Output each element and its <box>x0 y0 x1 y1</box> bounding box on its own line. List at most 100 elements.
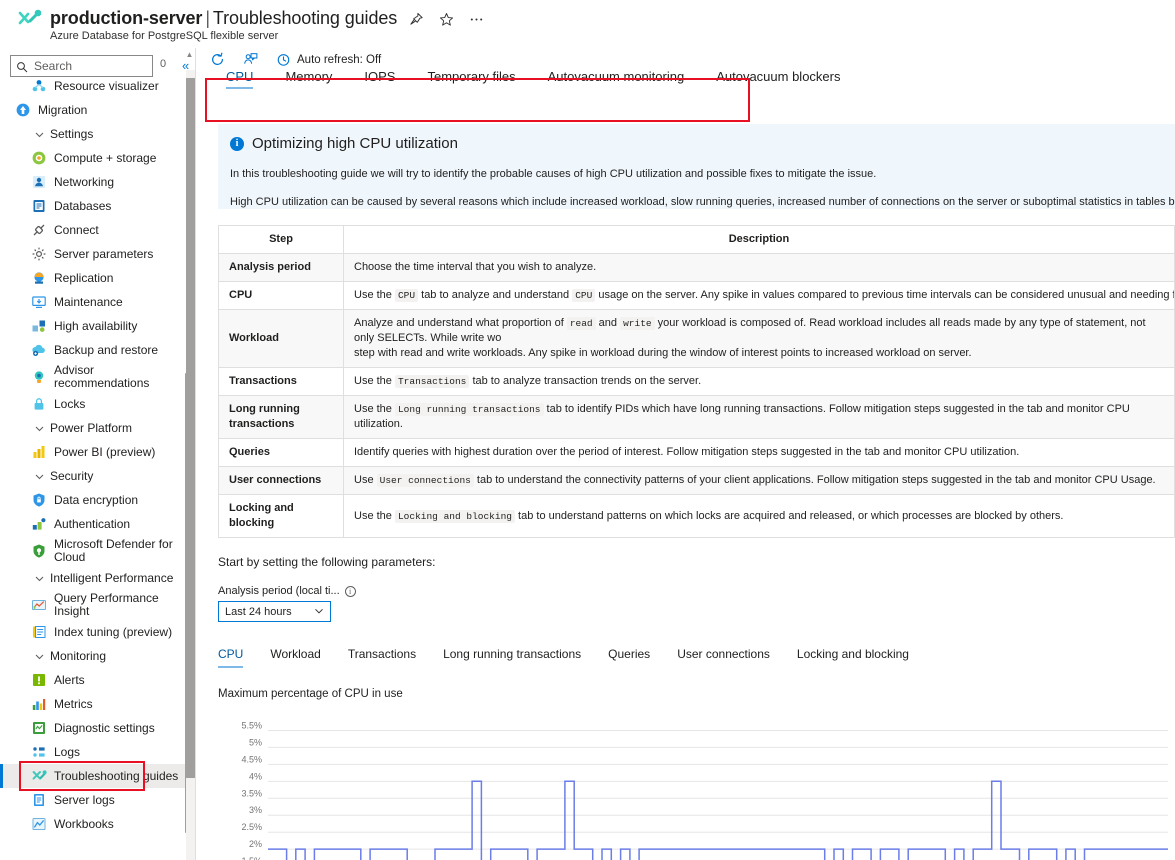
power-bi-icon <box>31 444 47 460</box>
connect-icon <box>31 222 47 238</box>
table-row: CPUUse the CPU tab to analyze and unders… <box>219 282 1175 310</box>
sidebar-item-monitoring[interactable]: Monitoring <box>0 644 190 668</box>
metric-tab-cpu[interactable]: CPU <box>218 647 257 668</box>
sidebar-item-label: Server logs <box>54 794 115 807</box>
chart-y-tick-label: 5.5% <box>241 720 262 730</box>
sidebar-item-resource-visualizer[interactable]: Resource visualizer <box>0 74 190 98</box>
replication-icon <box>31 270 47 286</box>
sidebar-item-index-tuning-preview[interactable]: Index tuning (preview) <box>0 620 190 644</box>
left-navigation: 0 « Resource visualizerMigrationSettings… <box>0 48 196 860</box>
sidebar-item-label: Troubleshooting guides <box>54 770 178 783</box>
lock-icon <box>31 396 47 412</box>
table-cell-description: Choose the time interval that you wish t… <box>344 254 1175 282</box>
sidebar-item-migration[interactable]: Migration <box>0 98 190 122</box>
sidebar-item-label: Maintenance <box>54 296 123 309</box>
tab-autovacuum-monitoring[interactable]: Autovacuum monitoring <box>532 69 701 92</box>
tab-iops[interactable]: IOPS <box>348 69 411 92</box>
table-row: QueriesIdentify queries with highest dur… <box>219 439 1175 467</box>
sidebar-item-connect[interactable]: Connect <box>0 218 190 242</box>
sidebar-item-power-bi-preview[interactable]: Power BI (preview) <box>0 440 190 464</box>
chart-y-tick-label: 3.5% <box>241 788 262 798</box>
table-row: WorkloadAnalyze and understand what prop… <box>219 310 1175 368</box>
sidebar-item-databases[interactable]: Databases <box>0 194 190 218</box>
sidebar-item-label: Databases <box>54 200 111 213</box>
cpu-chart[interactable]: 5.5%5%4.5%4%3.5%3%2.5%2%1.5%1%0.5% <box>218 714 1168 860</box>
metric-tab-bar: CPU Workload Transactions Long running tran… <box>218 647 1175 668</box>
sidebar-item-power-platform[interactable]: Power Platform <box>0 416 190 440</box>
metric-tab-workload[interactable]: Workload <box>270 647 334 668</box>
sidebar-item-maintenance[interactable]: Maintenance <box>0 290 190 314</box>
info-tooltip-icon[interactable]: i <box>345 586 356 597</box>
tab-autovacuum-blockers[interactable]: Autovacuum blockers <box>700 69 856 92</box>
info-icon: i <box>230 137 244 151</box>
sidebar-item-networking[interactable]: Networking <box>0 170 190 194</box>
table-cell-step: Long running transactions <box>219 396 344 439</box>
sidebar-item-alerts[interactable]: Alerts <box>0 668 190 692</box>
metric-tab-long-running-transactions[interactable]: Long running transactions <box>443 647 595 668</box>
tab-memory[interactable]: Memory <box>269 69 348 92</box>
logs-icon <box>31 744 47 760</box>
sidebar-item-settings[interactable]: Settings <box>0 122 190 146</box>
analysis-period-label: Analysis period (local ti... <box>218 585 340 597</box>
scroll-up-arrow-icon[interactable]: ▲ <box>185 50 194 59</box>
metric-tab-transactions[interactable]: Transactions <box>348 647 430 668</box>
page-name: Troubleshooting guides <box>213 8 397 28</box>
sidebar-item-label: Authentication <box>54 518 130 531</box>
workbooks-icon <box>31 816 47 832</box>
sidebar-item-advisor-recommendations[interactable]: Advisor recommendations <box>0 362 190 392</box>
sidebar-item-microsoft-defender-for-cloud[interactable]: Microsoft Defender for Cloud <box>0 536 190 566</box>
analysis-period-value: Last 24 hours <box>225 606 292 618</box>
sidebar-item-authentication[interactable]: Authentication <box>0 512 190 536</box>
table-row: TransactionsUse the Transactions tab to … <box>219 368 1175 396</box>
sidebar-item-compute-storage[interactable]: Compute + storage <box>0 146 190 170</box>
sidebar-item-workbooks[interactable]: Workbooks <box>0 812 190 836</box>
sidebar-item-server-logs[interactable]: Server logs <box>0 788 190 812</box>
favorite-star-icon[interactable] <box>438 11 455 28</box>
pin-icon[interactable] <box>408 11 425 28</box>
resource-subtitle: Azure Database for PostgreSQL flexible s… <box>50 30 278 42</box>
more-options-icon[interactable] <box>468 11 485 28</box>
sidebar-item-label: Intelligent Performance <box>50 572 173 585</box>
sidebar-item-label: Server parameters <box>54 248 153 261</box>
sidebar-item-replication[interactable]: Replication <box>0 266 190 290</box>
tab-cpu[interactable]: CPU <box>210 69 269 92</box>
search-icon <box>16 60 28 72</box>
sidebar-item-troubleshooting-guides[interactable]: Troubleshooting guides <box>0 764 190 788</box>
troubleshooting-guides-icon <box>16 7 44 35</box>
col-header-description: Description <box>344 226 1175 254</box>
networking-icon <box>31 174 47 190</box>
sidebar-item-intelligent-performance[interactable]: Intelligent Performance <box>0 566 190 590</box>
table-cell-description: Analyze and understand what proportion o… <box>344 310 1175 368</box>
sidebar-item-label: Backup and restore <box>54 344 158 357</box>
sidebar-item-label: High availability <box>54 320 137 333</box>
table-row: Locking and blockingUse the Locking and … <box>219 495 1175 538</box>
sidebar-item-backup-and-restore[interactable]: Backup and restore <box>0 338 190 362</box>
analysis-period-dropdown[interactable]: Last 24 hours <box>218 601 331 622</box>
sidebar-item-locks[interactable]: Locks <box>0 392 190 416</box>
page-title: production-server|Troubleshooting guides <box>50 8 397 29</box>
tab-temporary-files[interactable]: Temporary files <box>411 69 531 92</box>
chart-series-line <box>268 781 1168 860</box>
table-cell-description: Identify queries with highest duration o… <box>344 439 1175 467</box>
sidebar-item-server-parameters[interactable]: Server parameters <box>0 242 190 266</box>
table-cell-description: Use the Transactions tab to analyze tran… <box>344 368 1175 396</box>
chart-y-tick-label: 2% <box>249 839 262 849</box>
sidebar-item-high-availability[interactable]: High availability <box>0 314 190 338</box>
chevron-down-icon <box>34 651 45 662</box>
search-input[interactable] <box>32 58 142 74</box>
sidebar-item-diagnostic-settings[interactable]: Diagnostic settings <box>0 716 190 740</box>
sidebar-item-data-encryption[interactable]: Data encryption <box>0 488 190 512</box>
sidebar-item-label: Logs <box>54 746 80 759</box>
sidebar-item-query-performance-insight[interactable]: Query Performance Insight <box>0 590 190 620</box>
page-scrollbar-thumb[interactable] <box>186 78 195 778</box>
high-availability-icon <box>31 318 47 334</box>
metric-tab-user-connections[interactable]: User connections <box>677 647 784 668</box>
chevron-down-icon <box>314 606 324 618</box>
parameters-intro: Start by setting the following parameter… <box>218 555 1175 569</box>
sidebar-item-logs[interactable]: Logs <box>0 740 190 764</box>
chart-y-tick-label: 4.5% <box>241 754 262 764</box>
metric-tab-queries[interactable]: Queries <box>608 647 664 668</box>
metric-tab-locking-and-blocking[interactable]: Locking and blocking <box>797 647 923 668</box>
sidebar-item-security[interactable]: Security <box>0 464 190 488</box>
sidebar-item-metrics[interactable]: Metrics <box>0 692 190 716</box>
